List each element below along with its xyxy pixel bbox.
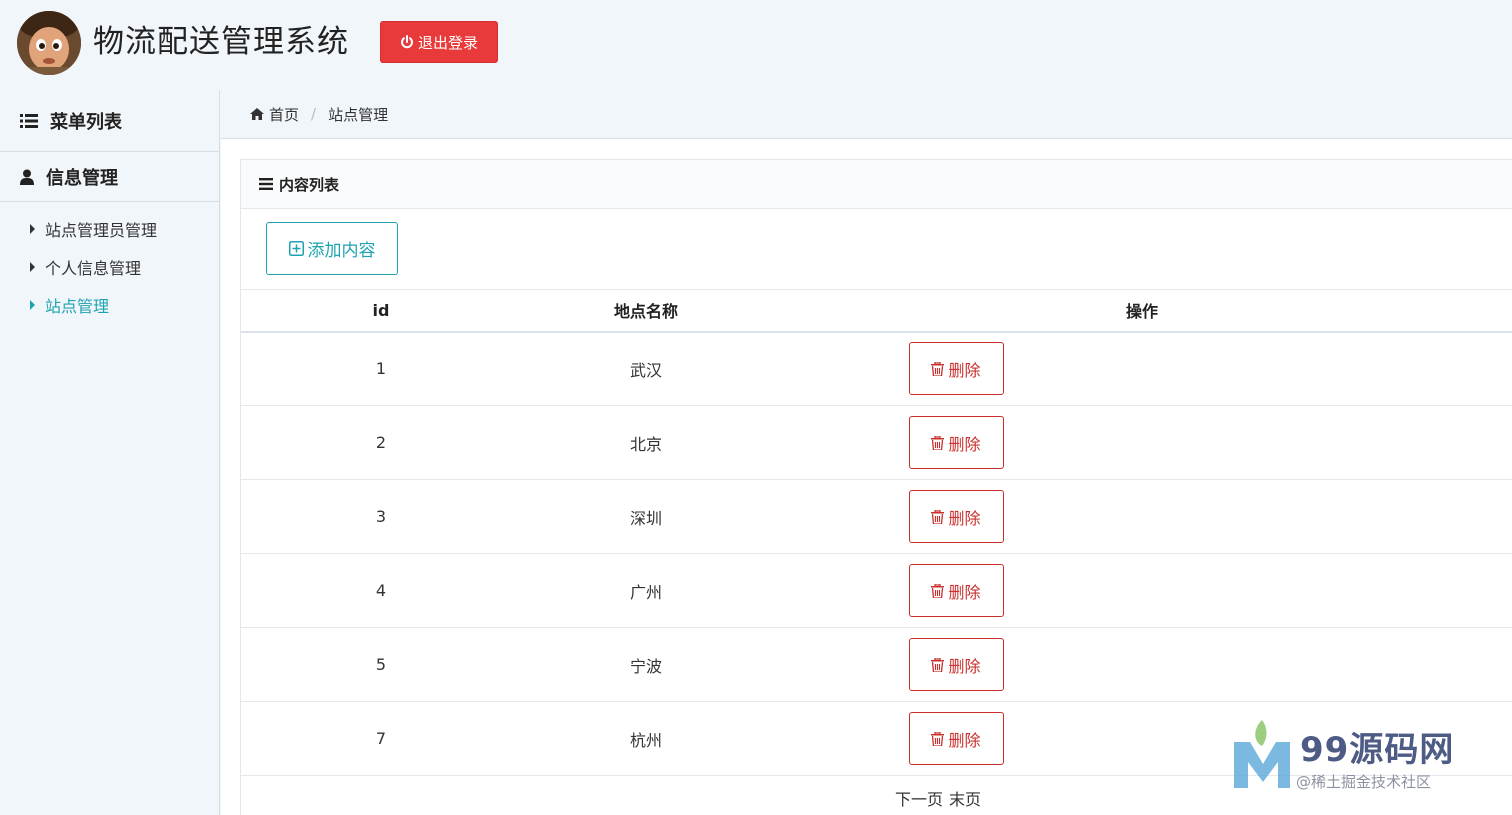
cell-actions: 删除 — [771, 701, 1512, 776]
avatar — [17, 11, 81, 75]
cell-id: 5 — [241, 627, 521, 702]
cell-id: 4 — [241, 553, 521, 628]
cell-location-name: 宁波 — [521, 627, 771, 702]
next-page-link[interactable]: 下一页 — [895, 786, 943, 810]
menu-group-info[interactable]: 信息管理 — [0, 152, 219, 202]
delete-label: 删除 — [948, 434, 981, 454]
delete-button[interactable]: 删除 — [908, 638, 1004, 691]
plus-square-icon — [288, 241, 304, 256]
cell-id: 2 — [241, 405, 521, 480]
delete-label: 删除 — [948, 656, 981, 676]
sidebar-item-personal-info[interactable]: 个人信息管理 — [0, 248, 219, 286]
last-page-link[interactable]: 末页 — [949, 786, 981, 810]
list-icon — [20, 113, 38, 128]
menu-header: 菜单列表 — [0, 90, 219, 152]
trash-icon — [931, 361, 945, 376]
toolbar: 添加内容 — [241, 209, 1512, 289]
trash-icon — [931, 731, 945, 746]
trash-icon — [931, 509, 945, 524]
sidebar-item-site-admin[interactable]: 站点管理员管理 — [0, 210, 219, 248]
delete-label: 删除 — [948, 730, 981, 750]
table-row: 3 深圳 删除 — [241, 479, 1512, 554]
table-row: 4 广州 删除 — [241, 553, 1512, 628]
column-header-id: id — [241, 289, 521, 333]
content-box: 内容列表 添加内容 id 地点名称 操作 1 武汉 删除 2 北京 删除 3 深圳 删除 4 广 — [240, 159, 1512, 815]
content-panel: 内容列表 添加内容 id 地点名称 操作 1 武汉 删除 2 北京 删除 3 深圳 删除 4 广 — [221, 138, 1512, 815]
breadcrumb-home-label: 首页 — [269, 105, 300, 124]
breadcrumb: 首页 / 站点管理 — [250, 100, 388, 128]
user-icon — [20, 169, 34, 185]
caret-right-icon — [30, 262, 35, 272]
delete-button[interactable]: 删除 — [908, 342, 1004, 396]
trash-icon — [931, 435, 945, 450]
cell-location-name: 武汉 — [521, 331, 771, 406]
add-content-button[interactable]: 添加内容 — [266, 222, 398, 275]
delete-label: 删除 — [948, 508, 981, 528]
cell-location-name: 深圳 — [521, 479, 771, 554]
app-title: 物流配送管理系统 — [93, 24, 349, 60]
cell-actions: 删除 — [771, 553, 1512, 628]
delete-label: 删除 — [948, 582, 981, 602]
table-header-row: id 地点名称 操作 — [241, 289, 1512, 333]
home-icon — [250, 108, 264, 120]
add-content-label: 添加内容 — [307, 241, 376, 261]
cell-actions: 删除 — [771, 627, 1512, 702]
table-row: 1 武汉 删除 — [241, 331, 1512, 406]
breadcrumb-home[interactable]: 首页 — [250, 104, 299, 125]
cell-location-name: 北京 — [521, 405, 771, 480]
breadcrumb-current: 站点管理 — [328, 105, 389, 124]
table-row: 7 杭州 删除 — [241, 701, 1512, 776]
app-header: 物流配送管理系统 退出登录 — [0, 0, 1512, 90]
delete-button[interactable]: 删除 — [908, 416, 1004, 469]
table-row: 5 宁波 删除 — [241, 627, 1512, 702]
cell-id: 3 — [241, 479, 521, 554]
cell-id: 1 — [241, 331, 521, 406]
cell-actions: 删除 — [771, 331, 1512, 406]
sidebar-item-site-management[interactable]: 站点管理 — [0, 286, 219, 324]
sidebar: 菜单列表 信息管理 站点管理员管理 个人信息管理 站点管理 — [0, 90, 220, 815]
menu-title: 菜单列表 — [50, 111, 122, 133]
cell-location-name: 广州 — [521, 553, 771, 628]
delete-button[interactable]: 删除 — [908, 490, 1004, 543]
trash-icon — [931, 583, 945, 598]
power-icon — [401, 35, 413, 49]
table-row: 2 北京 删除 — [241, 405, 1512, 480]
breadcrumb-separator: / — [311, 105, 317, 123]
delete-label: 删除 — [948, 360, 981, 380]
pagination: 下一页 末页 — [241, 776, 1512, 815]
cell-id: 7 — [241, 701, 521, 776]
caret-right-icon — [30, 224, 35, 234]
sidebar-sub-list: 站点管理员管理 个人信息管理 站点管理 — [0, 202, 219, 324]
data-table: id 地点名称 操作 1 武汉 删除 2 北京 删除 3 深圳 删除 4 广州 删除 5 宁波 删除 7 杭州删… — [241, 289, 1512, 776]
trash-icon — [931, 657, 945, 672]
sidebar-item-label: 站点管理员管理 — [45, 221, 158, 240]
sidebar-item-label: 站点管理 — [45, 297, 110, 316]
delete-button[interactable]: 删除 — [908, 712, 1004, 765]
column-header-name: 地点名称 — [521, 289, 771, 333]
group-title: 信息管理 — [46, 167, 118, 189]
caret-right-icon — [30, 300, 35, 310]
cell-actions: 删除 — [771, 405, 1512, 480]
bars-icon — [259, 178, 273, 190]
logout-button[interactable]: 退出登录 — [380, 21, 498, 63]
box-header: 内容列表 — [241, 160, 1512, 209]
cell-actions: 删除 — [771, 479, 1512, 554]
panel-title: 内容列表 — [279, 175, 340, 194]
logout-label: 退出登录 — [417, 33, 478, 52]
cell-location-name: 杭州 — [521, 701, 771, 776]
delete-button[interactable]: 删除 — [908, 564, 1004, 617]
sidebar-item-label: 个人信息管理 — [45, 259, 142, 278]
column-header-actions: 操作 — [771, 289, 1512, 333]
table-body: 1 武汉 删除 2 北京 删除 3 深圳 删除 4 广州 删除 5 宁波 删除 7 杭州 删除 — [241, 331, 1512, 776]
